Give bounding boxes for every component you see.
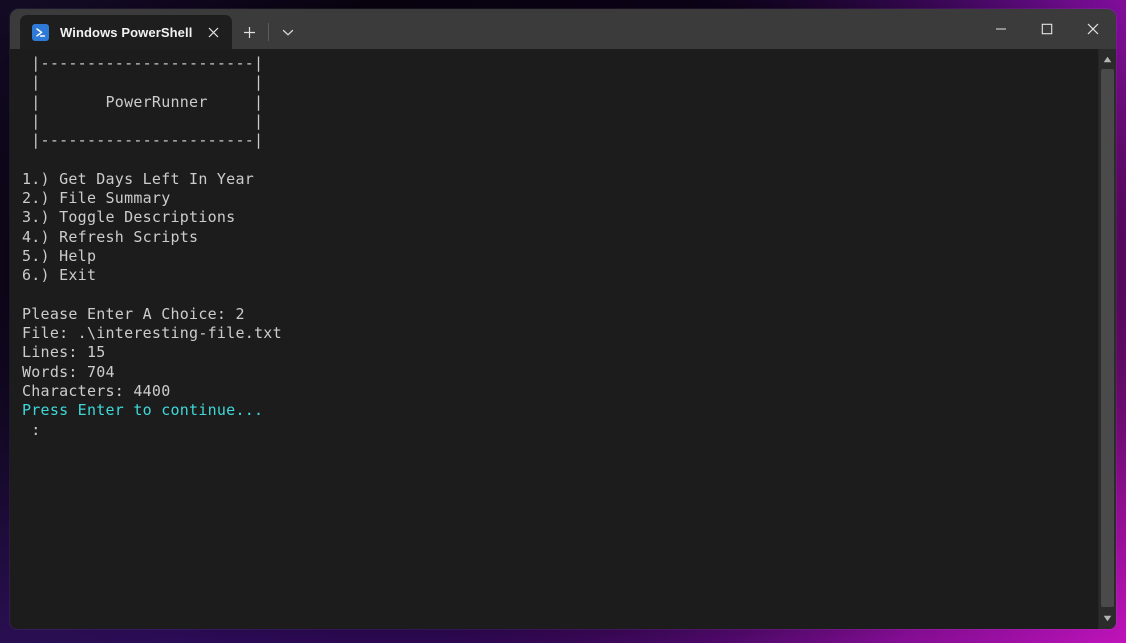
scroll-down-button[interactable]	[1099, 610, 1116, 627]
tab-windows-powershell[interactable]: Windows PowerShell	[20, 15, 233, 49]
banner-top-border: |-----------------------|	[22, 54, 264, 72]
scroll-up-button[interactable]	[1099, 51, 1116, 68]
menu-item-4: 4.) Refresh Scripts	[22, 227, 199, 246]
tab-strip-divider	[268, 23, 270, 41]
chevron-down-icon	[282, 28, 294, 37]
banner-blank-row-1: | |	[22, 73, 264, 92]
terminal-output[interactable]: |-----------------------| | | | PowerRun…	[10, 49, 1098, 629]
terminal-body: |-----------------------| | | | PowerRun…	[10, 49, 1116, 629]
triangle-down-icon	[1103, 615, 1112, 622]
file-line: File: .\interesting-file.txt	[22, 324, 282, 343]
menu-item-5: 5.) Help	[22, 246, 97, 265]
menu-item-1: 1.) Get Days Left In Year	[22, 169, 255, 188]
terminal-scrollbar[interactable]	[1098, 49, 1116, 629]
triangle-up-icon	[1103, 56, 1112, 63]
choice-prompt-line: Please Enter A Choice: 2	[22, 304, 245, 323]
lines-line: Lines: 15	[22, 343, 106, 362]
plus-icon	[243, 26, 256, 39]
title-bar[interactable]: Windows PowerShell	[10, 9, 1116, 49]
characters-line: Characters: 4400	[22, 382, 171, 401]
menu-item-3: 3.) Toggle Descriptions	[22, 208, 236, 227]
powershell-icon	[32, 23, 49, 41]
cursor-prompt-line: :	[22, 420, 41, 439]
window-controls	[978, 9, 1116, 49]
close-icon	[1087, 23, 1099, 35]
scrollbar-thumb[interactable]	[1101, 69, 1114, 607]
menu-item-6: 6.) Exit	[22, 266, 97, 285]
banner-blank-row-2: | |	[22, 111, 264, 130]
words-line: Words: 704	[22, 362, 115, 381]
menu-item-2: 2.) File Summary	[22, 189, 171, 208]
maximize-icon	[1041, 23, 1053, 35]
banner-title-row: | PowerRunner |	[22, 92, 264, 111]
close-button[interactable]	[1070, 9, 1116, 49]
press-enter-line: Press Enter to continue...	[22, 401, 264, 420]
close-tab-button[interactable]	[200, 19, 226, 45]
terminal-window: Windows PowerShell |--------------------…	[10, 9, 1116, 629]
banner-bottom-border: |-----------------------|	[22, 131, 264, 150]
minimize-button[interactable]	[978, 9, 1024, 49]
new-tab-button[interactable]	[232, 15, 266, 49]
tab-strip: Windows PowerShell	[10, 9, 305, 49]
tab-title: Windows PowerShell	[60, 24, 193, 40]
tab-dropdown-button[interactable]	[271, 15, 305, 49]
maximize-button[interactable]	[1024, 9, 1070, 49]
minimize-icon	[995, 23, 1007, 35]
